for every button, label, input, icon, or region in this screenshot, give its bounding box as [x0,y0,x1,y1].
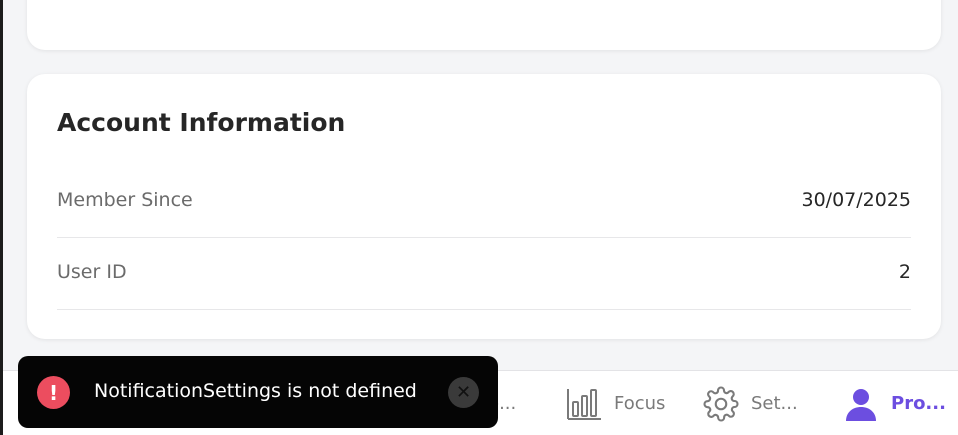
toast-message: NotificationSettings is not defined [94,380,417,402]
member-since-value: 30/07/2025 [801,189,911,211]
nav-item-settings[interactable]: Set... [703,371,798,435]
gear-icon [703,386,739,422]
nav-item-settings-label: Set... [751,393,798,414]
member-since-label: Member Since [57,189,193,211]
user-id-row: User ID 2 [57,238,911,310]
nav-item-profile[interactable]: Pro... [843,371,946,435]
error-toast: ! NotificationSettings is not defined ✕ [18,356,498,428]
bar-chart-icon [566,387,602,421]
user-id-label: User ID [57,261,127,283]
profile-card [27,0,941,50]
nav-item-profile-label: Pro... [891,393,946,414]
close-icon[interactable]: ✕ [448,377,479,408]
error-icon: ! [37,376,70,409]
account-information-card: Account Information Member Since 30/07/2… [27,74,941,339]
user-id-value: 2 [898,261,911,283]
account-information-title: Account Information [57,108,346,137]
member-since-row: Member Since 30/07/2025 [57,166,911,238]
nav-item-focus-label: Focus [614,393,666,414]
nav-item-focus[interactable]: Focus [566,371,665,435]
user-icon [843,386,879,422]
